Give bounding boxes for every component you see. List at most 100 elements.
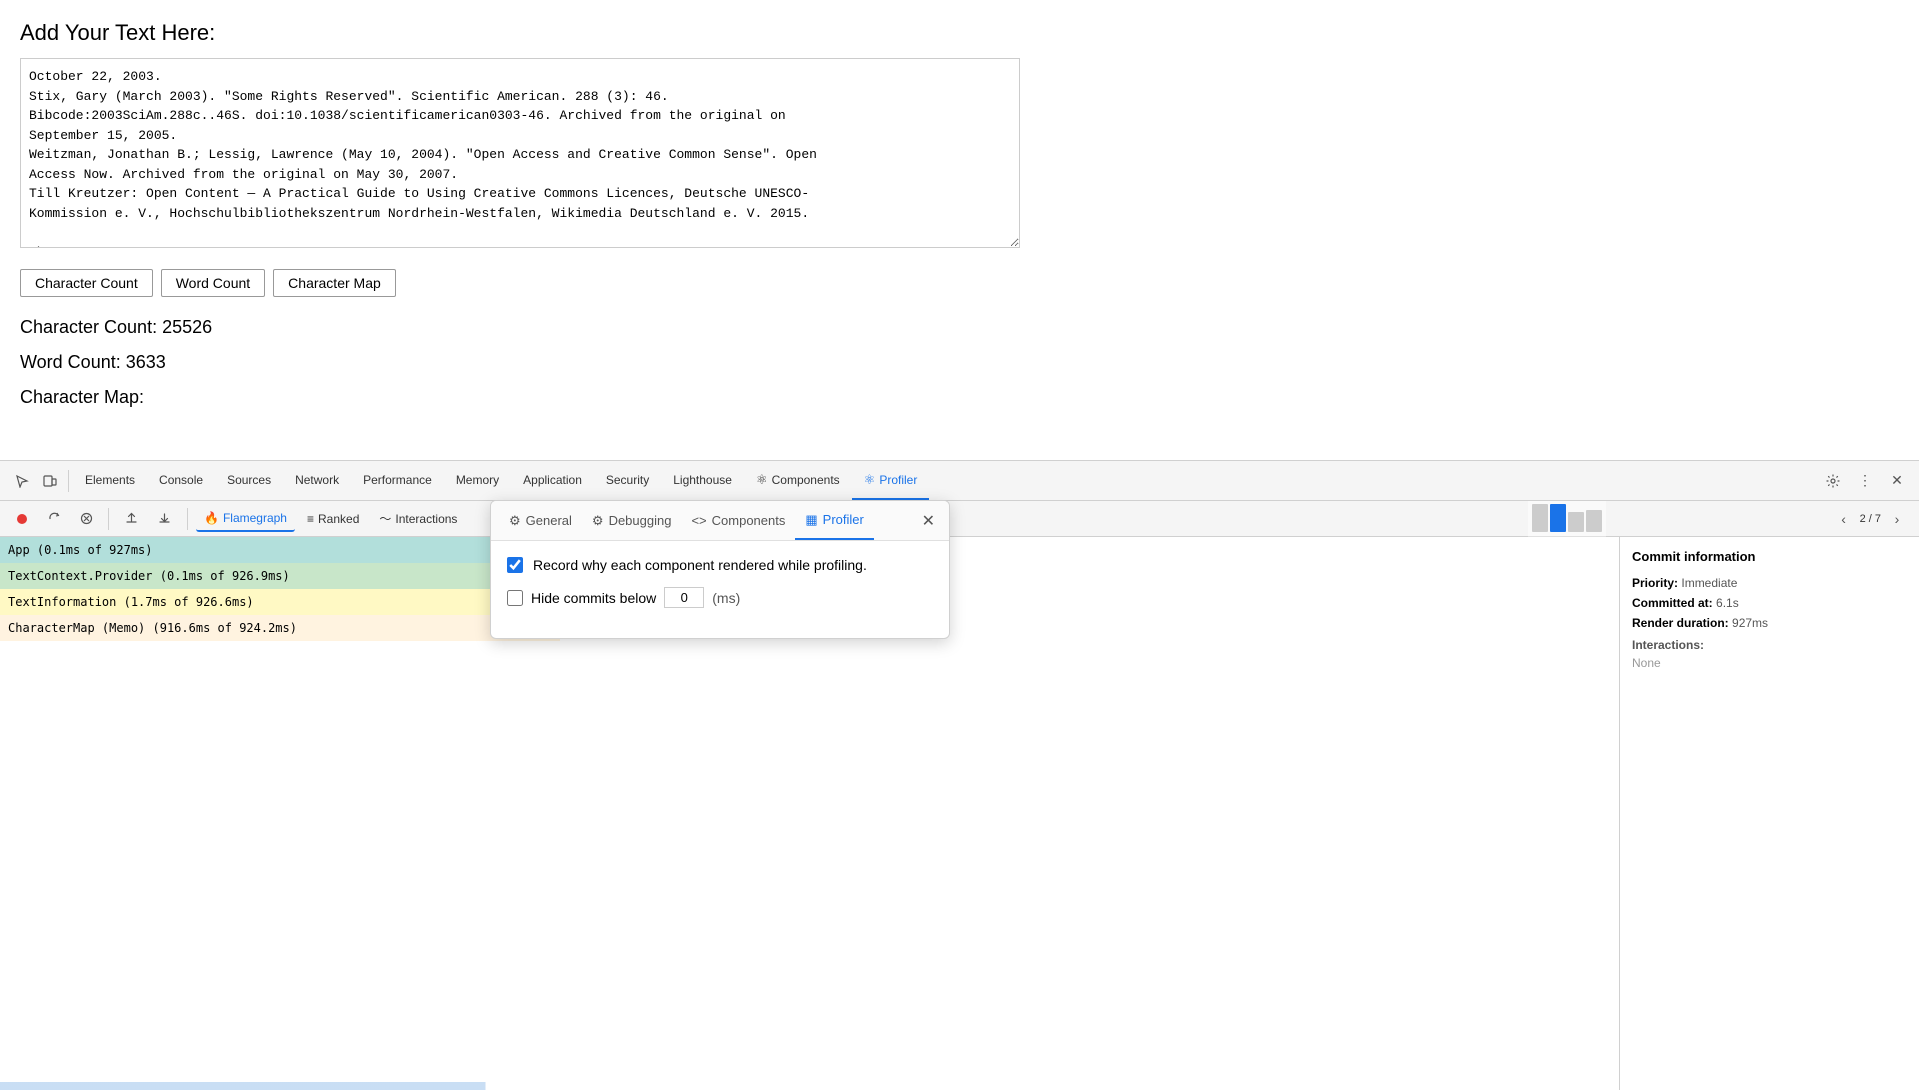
popup-tab-general-label: General (526, 513, 572, 528)
word-count-value: 3633 (126, 352, 166, 372)
interactions-value: None (1632, 656, 1907, 670)
popup-tab-general[interactable]: ⚙ General (499, 501, 582, 540)
ranked-label: Ranked (318, 512, 359, 526)
main-content: Add Your Text Here: October 22, 2003. St… (0, 0, 1919, 460)
commit-bar[interactable] (1586, 510, 1602, 532)
component-row-charmap[interactable]: CharacterMap (Memo) (916.6ms of 924.2ms) (0, 615, 560, 641)
commit-bar[interactable] (1532, 504, 1548, 532)
hide-unit: (ms) (712, 590, 740, 606)
tab-network-label: Network (295, 473, 339, 487)
button-row: Character Count Word Count Character Map (20, 269, 1899, 297)
character-count-value: 25526 (162, 317, 212, 337)
hide-row: Hide commits below (ms) (507, 587, 933, 608)
flamegraph-label: Flamegraph (223, 511, 287, 525)
devtools-pointer-icon[interactable] (8, 467, 36, 495)
priority-stat: Priority: Immediate (1632, 576, 1907, 590)
tab-memory-label: Memory (456, 473, 499, 487)
tab-sources[interactable]: Sources (215, 461, 283, 500)
subtoolbar-divider (108, 508, 109, 530)
tab-performance[interactable]: Performance (351, 461, 444, 500)
interactions-label: Interactions (395, 512, 457, 526)
word-count-label: Word Count: (20, 352, 121, 372)
tab-lighthouse-label: Lighthouse (673, 473, 732, 487)
tab-profiler[interactable]: ⚛ Profiler (852, 461, 930, 500)
devtools-tabs: Elements Console Sources Network Perform… (73, 461, 1819, 500)
popup-tab-debugging-label: Debugging (609, 513, 672, 528)
hide-value-input[interactable] (664, 587, 704, 608)
hide-label[interactable]: Hide commits below (531, 590, 656, 606)
commit-info-title: Commit information (1632, 549, 1907, 564)
component-textcontext-label: TextContext.Provider (0.1ms of 926.9ms) (8, 569, 290, 583)
tab-profiler-label: Profiler (879, 473, 917, 487)
commit-info-panel: Commit information Priority: Immediate C… (1619, 537, 1919, 1090)
commit-bar-selected[interactable] (1550, 504, 1566, 532)
commit-bar[interactable] (1568, 512, 1584, 532)
tab-application[interactable]: Application (511, 461, 594, 500)
tab-elements-label: Elements (85, 473, 135, 487)
tab-console[interactable]: Console (147, 461, 215, 500)
tab-security[interactable]: Security (594, 461, 661, 500)
character-count-stat: Character Count: 25526 (20, 317, 1899, 338)
interactions-stat-label: Interactions: (1632, 638, 1907, 652)
download-btn[interactable] (150, 506, 179, 532)
popup-tab-profiler-label: Profiler (823, 512, 864, 527)
popup-tab-components[interactable]: <> Components (681, 501, 795, 540)
next-commit-btn[interactable]: › (1883, 505, 1911, 533)
record-row: Record why each component rendered while… (507, 557, 933, 573)
profiler-icon: ⚛ (864, 472, 876, 488)
subtoolbar-divider2 (187, 508, 188, 530)
word-count-button[interactable]: Word Count (161, 269, 265, 297)
flamegraph-btn[interactable]: 🔥 Flamegraph (196, 506, 295, 532)
render-value: 927ms (1732, 616, 1768, 630)
profiler-body: App (0.1ms of 927ms) TextContext.Provide… (0, 537, 1919, 1090)
character-map-section-label: Character Map: (20, 387, 1899, 408)
character-count-label: Character Count: (20, 317, 157, 337)
settings-button[interactable] (1819, 467, 1847, 495)
popup-tab-components-label: Components (712, 513, 786, 528)
components-settings-icon: <> (691, 513, 706, 528)
hide-checkbox[interactable] (507, 590, 523, 606)
committed-value: 6.1s (1716, 596, 1739, 610)
tab-network[interactable]: Network (283, 461, 351, 500)
profiler-settings-icon: ▦ (805, 512, 817, 528)
close-devtools-button[interactable]: ✕ (1883, 467, 1911, 495)
record-label[interactable]: Record why each component rendered while… (533, 557, 867, 573)
popup-tabs: ⚙ General ⚙ Debugging <> Components ▦ Pr… (491, 501, 949, 541)
devtools-topbar: Elements Console Sources Network Perform… (0, 461, 1919, 501)
tab-memory[interactable]: Memory (444, 461, 511, 500)
tab-performance-label: Performance (363, 473, 432, 487)
prev-commit-btn[interactable]: ‹ (1830, 505, 1858, 533)
tab-console-label: Console (159, 473, 203, 487)
component-app-label: App (0.1ms of 927ms) (8, 543, 153, 557)
interactions-btn[interactable]: 〜 Interactions (371, 506, 465, 532)
popup-body: Record why each component rendered while… (491, 541, 949, 638)
record-checkbox[interactable] (507, 557, 523, 573)
tab-elements[interactable]: Elements (73, 461, 147, 500)
tab-components[interactable]: ⚛ Components (744, 461, 852, 500)
committed-label: Committed at: (1632, 596, 1713, 610)
popup-close-button[interactable]: ✕ (916, 507, 941, 535)
debugging-icon: ⚙ (592, 513, 604, 529)
ranked-btn[interactable]: ≡ Ranked (299, 506, 367, 532)
record-button[interactable] (8, 505, 36, 533)
devtools-device-icon[interactable] (36, 467, 64, 495)
components-icon: ⚛ (756, 472, 768, 488)
more-options-button[interactable]: ⋮ (1851, 467, 1879, 495)
component-charmap-label: CharacterMap (Memo) (916.6ms of 924.2ms) (8, 621, 297, 635)
text-input[interactable]: October 22, 2003. Stix, Gary (March 2003… (20, 58, 1020, 248)
text-area-container: October 22, 2003. Stix, Gary (March 2003… (20, 58, 1020, 253)
popup-tab-profiler[interactable]: ▦ Profiler (795, 501, 873, 540)
word-count-stat: Word Count: 3633 (20, 352, 1899, 373)
devtools-panel: Elements Console Sources Network Perform… (0, 460, 1919, 1090)
commit-chart[interactable] (1528, 501, 1606, 537)
priority-label: Priority: (1632, 576, 1678, 590)
upload-btn[interactable] (117, 506, 146, 532)
character-count-button[interactable]: Character Count (20, 269, 153, 297)
character-map-button[interactable]: Character Map (273, 269, 396, 297)
tab-security-label: Security (606, 473, 649, 487)
tab-lighthouse[interactable]: Lighthouse (661, 461, 744, 500)
render-label: Render duration: (1632, 616, 1729, 630)
clear-button[interactable] (72, 505, 100, 533)
popup-tab-debugging[interactable]: ⚙ Debugging (582, 501, 682, 540)
reload-record-button[interactable] (40, 505, 68, 533)
